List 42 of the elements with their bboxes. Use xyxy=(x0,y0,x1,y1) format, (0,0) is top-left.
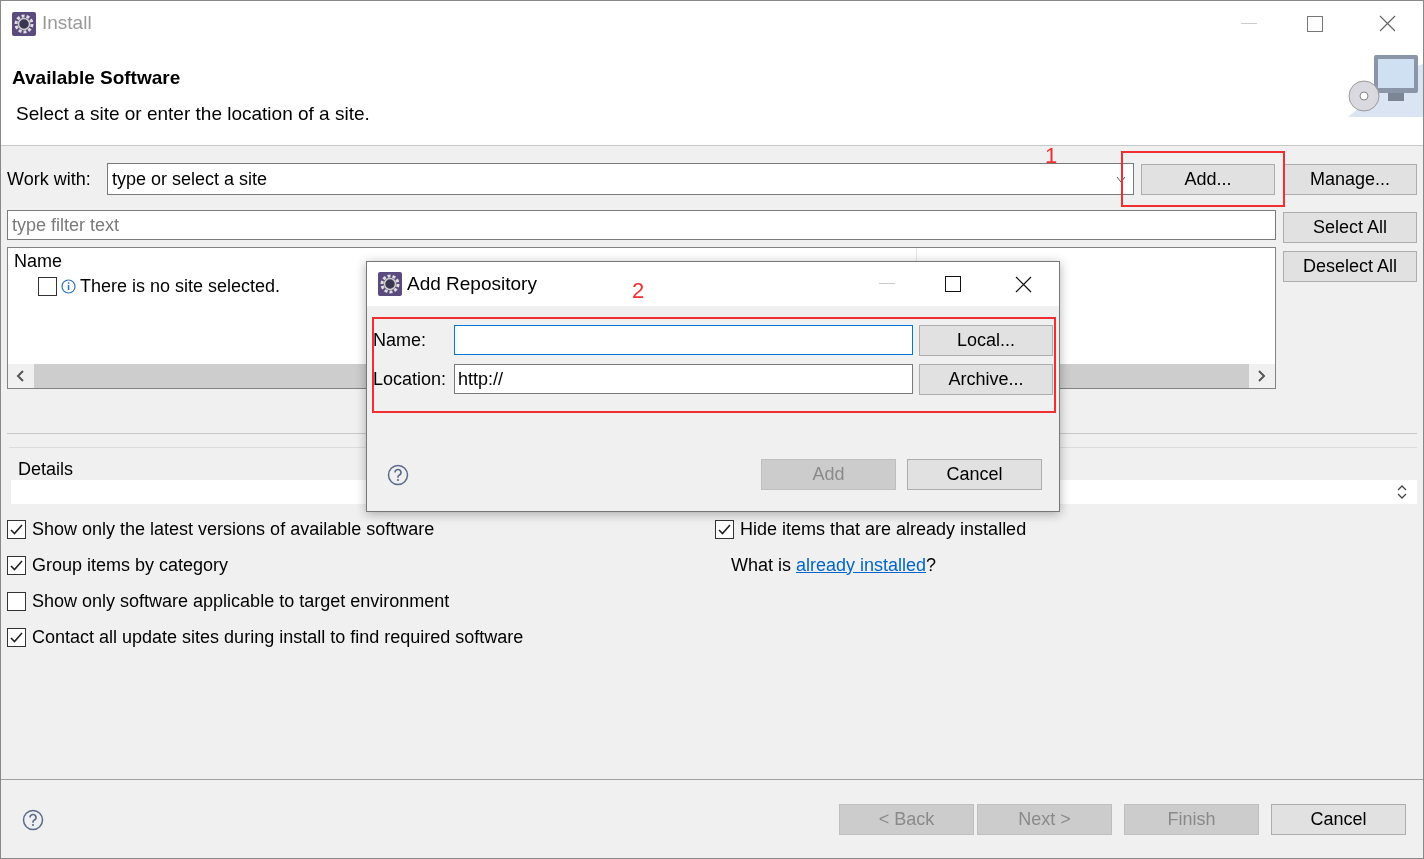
installed-note: What is already installed? xyxy=(731,553,937,577)
close-icon[interactable] xyxy=(1015,275,1032,293)
name-field[interactable] xyxy=(454,325,913,355)
step-number: 2 xyxy=(632,277,645,305)
location-field[interactable]: http:// xyxy=(454,364,913,394)
page-title: Available Software xyxy=(12,66,182,90)
help-icon[interactable] xyxy=(387,463,409,486)
field-label: Work with: xyxy=(7,167,92,191)
app-icon xyxy=(12,11,36,36)
checkbox[interactable] xyxy=(715,519,734,539)
window-title: Install xyxy=(42,11,92,36)
checkbox-label: Show only the latest versions of available software xyxy=(32,517,435,541)
maximize-icon[interactable] xyxy=(945,276,961,292)
checkbox[interactable] xyxy=(7,627,26,647)
checkbox[interactable] xyxy=(7,591,26,611)
site-combo-box[interactable]: type or select a site xyxy=(107,163,1134,195)
app-icon xyxy=(378,272,402,296)
field-label: Location: xyxy=(373,367,448,391)
checkbox[interactable] xyxy=(38,276,57,296)
local-button[interactable]: Local... xyxy=(919,324,1053,356)
deselect-all-button[interactable]: Deselect All xyxy=(1283,251,1417,282)
checkbox[interactable] xyxy=(7,555,26,575)
help-icon[interactable] xyxy=(22,808,44,831)
add-button[interactable]: Add... xyxy=(1141,163,1275,195)
checkbox[interactable] xyxy=(7,519,26,539)
cancel-button[interactable]: Cancel xyxy=(907,459,1042,490)
archive-button[interactable]: Archive... xyxy=(919,363,1053,395)
filter-field[interactable]: type filter text xyxy=(7,210,1276,240)
page-description: Select a site or enter the location of a site. xyxy=(15,102,371,126)
select-all-button[interactable]: Select All xyxy=(1283,212,1417,243)
spinner-icon[interactable] xyxy=(1397,484,1407,500)
checkbox-label: Hide items that are already installed xyxy=(740,517,1027,541)
field-label: Name: xyxy=(373,328,427,352)
already-installed-link[interactable]: already installed xyxy=(796,554,927,575)
manage-button[interactable]: Manage... xyxy=(1283,163,1417,195)
info-icon xyxy=(61,278,76,294)
cancel-button[interactable]: Cancel xyxy=(1271,804,1406,835)
table-row-text: There is no site selected. xyxy=(80,274,281,298)
checkbox-label: Group items by category xyxy=(32,553,229,577)
checkbox-label: Show only software applicable to target environment xyxy=(32,589,450,613)
checkbox-label: Contact all update sites during install to find required software xyxy=(32,625,524,649)
dialog-title: Add Repository xyxy=(407,271,537,296)
